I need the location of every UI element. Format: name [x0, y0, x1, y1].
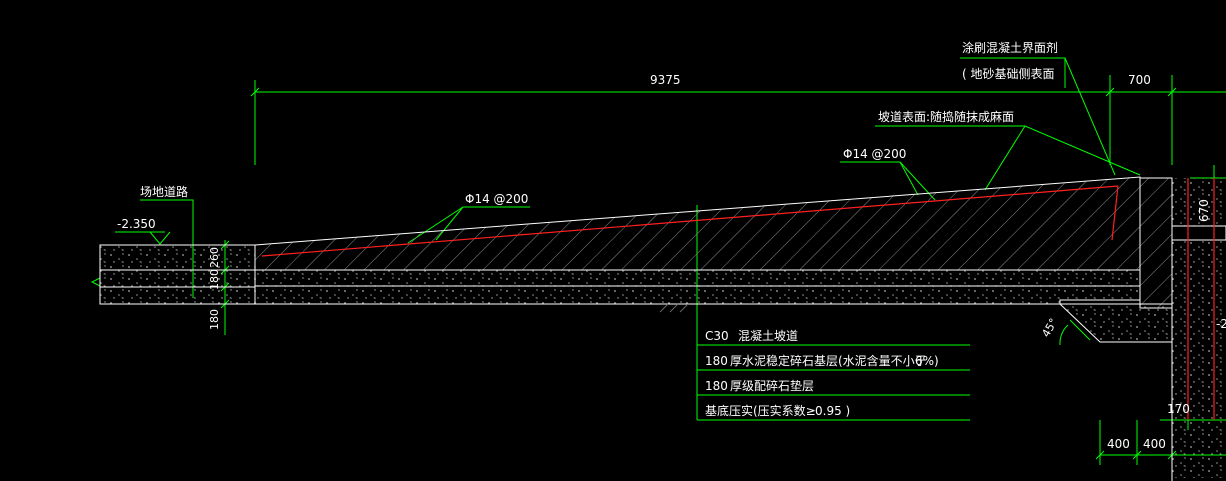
dim-total-length: 9375	[650, 73, 681, 87]
dim-bottom-right: 400	[1143, 437, 1166, 451]
elevation-label: -2.350	[117, 217, 156, 231]
layer-row-4-col2: 基底压实(压实系数≥	[705, 403, 816, 418]
rebar-right-label: Φ14 @200	[843, 147, 906, 161]
angle-label: 45°	[1039, 316, 1060, 339]
dim-right-small: 170	[1167, 402, 1190, 416]
dim-right-width: 700	[1128, 73, 1151, 87]
edge-mark-label: -2	[1216, 317, 1226, 331]
layer-row-2-col2: 厚水泥稳定碎石基层(水泥含量不小于	[730, 353, 927, 368]
layer-row-2-col1: 180	[705, 354, 728, 368]
road-layers	[99, 244, 256, 305]
layer-row-4-col3: 0.95 )	[815, 404, 850, 418]
ramp-section-drawing: 9375 700 670 400 400 170 260 180 180 场地道…	[90, 40, 1226, 481]
dim-bar-height: 670	[1197, 199, 1211, 222]
layer-row-3-col1: 180	[705, 379, 728, 393]
interface-note-line1: 涂刷混凝土界面剂	[962, 40, 1058, 55]
surface-note-label: 坡道表面:随捣随抹成麻面	[878, 109, 1014, 124]
dim-layer-1: 260	[208, 247, 221, 268]
layer-row-1-col1: C30	[705, 329, 729, 343]
dim-layer-2: 180	[208, 269, 221, 290]
rebar-left-label: Φ14 @200	[465, 192, 528, 206]
layer-row-3-col2: 厚级配碎石垫层	[730, 378, 814, 393]
dim-layer-3: 180	[208, 309, 221, 330]
layer-row-2-col3: 6%)	[915, 354, 939, 368]
interface-note-line2: ( 地砂基础侧表面	[962, 67, 1055, 81]
layer-table: C30 混凝土坡道 180 厚水泥稳定碎石基层(水泥含量不小于 6%) 180 …	[705, 328, 939, 418]
dim-bottom-left: 400	[1107, 437, 1130, 451]
road-name-label: 场地道路	[140, 184, 188, 199]
layer-row-1-col2: 混凝土坡道	[738, 328, 798, 343]
